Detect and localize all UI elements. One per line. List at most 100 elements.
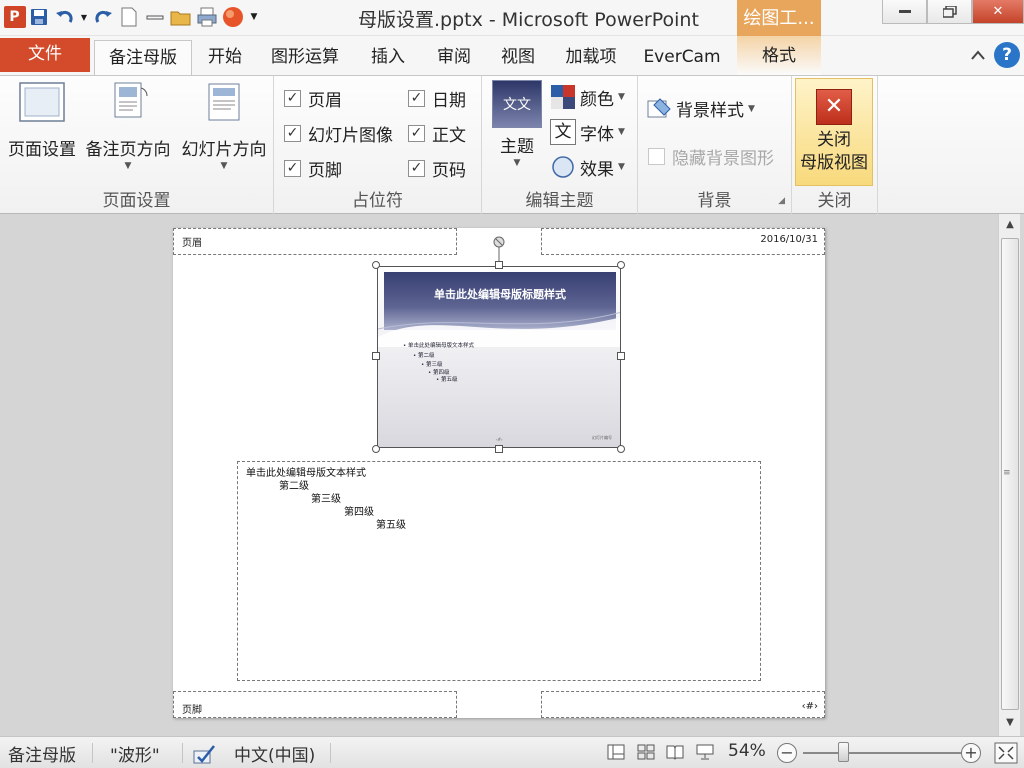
tab-evercam[interactable]: EverCam (634, 40, 730, 75)
checkbox-icon: ✓ (284, 160, 301, 177)
normal-view-icon[interactable] (607, 744, 625, 760)
slide-image-checkbox[interactable]: ✓ 幻灯片图像 (284, 121, 393, 146)
zoom-out-icon[interactable]: − (777, 743, 797, 763)
theme-name[interactable]: "波形" (110, 741, 160, 766)
effects-button[interactable]: 效果 ▼ (550, 154, 625, 180)
language-indicator[interactable]: 中文(中国) (234, 741, 315, 766)
tab-file[interactable]: 文件 (0, 38, 90, 72)
save-icon[interactable] (26, 3, 52, 31)
page-setup-icon (19, 82, 65, 122)
date-checkbox[interactable]: ✓ 日期 (408, 86, 466, 111)
zoom-level[interactable]: 54% (728, 741, 766, 761)
background-styles-button[interactable]: 背景样式 ▼ (646, 96, 755, 121)
undo-dropdown-icon[interactable]: ▼ (78, 3, 90, 31)
zoom-slider-track[interactable] (803, 752, 961, 754)
scroll-down-icon[interactable]: ▼ (1001, 714, 1019, 732)
resize-handle[interactable] (372, 445, 380, 453)
chevron-down-icon: ▼ (513, 158, 521, 168)
close-master-view-button[interactable]: ✕ 关闭 母版视图 (795, 78, 873, 186)
page-number-placeholder[interactable]: ‹#› (541, 691, 825, 718)
slide-orientation-button[interactable]: 幻灯片方向 ▼ (178, 80, 270, 172)
page-setup-button[interactable]: 页面设置 (4, 80, 80, 160)
page-number-checkbox[interactable]: ✓ 页码 (408, 156, 466, 181)
checkbox-icon: ✓ (408, 125, 425, 142)
tab-view[interactable]: 视图 (488, 40, 548, 75)
minimize-ribbon-icon[interactable] (970, 48, 986, 62)
ribbon: 页面设置 备注页方向 ▼ 幻灯片方向 ▼ 页面设置 ✓ 页眉 ✓ 日期 ✓ 幻灯片图像… (0, 75, 1024, 214)
resize-handle[interactable] (617, 445, 625, 453)
resize-handle[interactable] (617, 352, 625, 360)
open-folder-icon[interactable] (168, 3, 194, 31)
fit-to-window-icon[interactable] (994, 742, 1018, 764)
colors-button[interactable]: 颜色 ▼ (550, 84, 625, 110)
zoom-slider-thumb[interactable] (838, 742, 849, 762)
resize-handle[interactable] (617, 261, 625, 269)
resize-handle[interactable] (495, 261, 503, 269)
reading-view-icon[interactable] (666, 744, 684, 760)
notes-body-placeholder[interactable]: 单击此处编辑母版文本样式 第二级 第三级 第四级 第五级 (237, 461, 761, 681)
print-icon[interactable] (194, 3, 220, 31)
status-separator (330, 743, 331, 763)
body-checkbox[interactable]: ✓ 正文 (408, 121, 466, 146)
group-page-setup: 页面设置 备注页方向 ▼ 幻灯片方向 ▼ 页面设置 (0, 76, 274, 214)
notes-level-5: 第五级 (376, 520, 406, 531)
tab-format[interactable]: 格式 (737, 36, 821, 75)
theme-preview-icon: 文文 (492, 80, 542, 128)
tab-notes-master[interactable]: 备注母版 (94, 40, 192, 76)
tab-shape-operations[interactable]: 图形运算 (258, 40, 352, 75)
zoom-in-icon[interactable]: + (961, 743, 981, 763)
spelling-check-icon[interactable] (192, 743, 218, 765)
hide-background-graphics-checkbox[interactable]: 隐藏背景图形 (648, 144, 774, 169)
resize-handle[interactable] (372, 261, 380, 269)
contextual-tab-group: 绘图工... (737, 0, 821, 36)
header-placeholder[interactable]: 页眉 (173, 228, 457, 255)
window-controls: ✕ (882, 0, 1024, 24)
header-checkbox[interactable]: ✓ 页眉 (284, 86, 342, 111)
minus-icon[interactable] (142, 3, 168, 31)
scroll-up-icon[interactable]: ▲ (1001, 216, 1019, 234)
quick-access-toolbar: P ▼ ▼ (0, 0, 262, 34)
theme-fonts-icon: 文 (550, 119, 576, 145)
powerpoint-logo-icon[interactable]: P (0, 3, 26, 31)
date-placeholder[interactable]: 2016/10/31 (541, 228, 825, 255)
status-separator (92, 743, 93, 763)
notes-page-orientation-icon (114, 82, 148, 118)
chevron-down-icon: ▼ (124, 161, 132, 171)
tab-home[interactable]: 开始 (196, 40, 254, 75)
slide-level-1: • 单击此处编辑母版文本样式 (403, 343, 475, 349)
minimize-icon[interactable] (882, 0, 927, 24)
tab-review[interactable]: 审阅 (424, 40, 484, 75)
group-label: 关闭 (817, 191, 852, 211)
record-icon[interactable] (220, 3, 246, 31)
undo-icon[interactable] (52, 3, 78, 31)
title-bar: P ▼ ▼ 母版设置.pptx - Microsoft PowerPoint 绘… (0, 0, 1024, 36)
customize-dropdown-icon[interactable]: ▼ (246, 3, 262, 31)
tab-add-ins[interactable]: 加载项 (552, 40, 630, 75)
footer-checkbox[interactable]: ✓ 页脚 (284, 156, 342, 181)
tab-insert[interactable]: 插入 (358, 40, 418, 75)
window-title: 母版设置.pptx - Microsoft PowerPoint (358, 9, 699, 31)
close-icon[interactable]: ✕ (972, 0, 1024, 24)
resize-handle[interactable] (372, 352, 380, 360)
vertical-scrollbar[interactable]: ▲ ≡ ▼ (998, 214, 1020, 736)
chevron-down-icon: ▼ (748, 103, 755, 114)
restore-icon[interactable] (927, 0, 972, 24)
theme-button[interactable]: 文文 主题 ▼ (488, 80, 546, 169)
help-icon[interactable]: ? (994, 42, 1020, 68)
group-placeholders: ✓ 页眉 ✓ 日期 ✓ 幻灯片图像 ✓ 正文 ✓ 页脚 ✓ 页码 占位符 (274, 76, 482, 214)
redo-icon[interactable] (90, 3, 116, 31)
close-master-icon: ✕ (816, 89, 852, 125)
group-edit-theme: 文文 主题 ▼ 颜色 ▼ 文 字体 ▼ 效果 ▼ 编辑主题 (482, 76, 638, 214)
footer-placeholder[interactable]: 页脚 (173, 691, 457, 718)
new-document-icon[interactable] (116, 3, 142, 31)
chevron-down-icon: ▼ (618, 127, 625, 137)
notes-page: 页眉 2016/10/31 单击此处编辑母版标题样式 • 单击此处编辑母版文本样… (173, 228, 825, 718)
slideshow-icon[interactable] (696, 744, 714, 760)
slide-sorter-icon[interactable] (637, 744, 655, 760)
notes-orientation-button[interactable]: 备注页方向 ▼ (82, 80, 174, 172)
resize-handle[interactable] (495, 445, 503, 453)
fonts-button[interactable]: 文 字体 ▼ (550, 119, 625, 145)
theme-effects-icon (552, 156, 574, 178)
slide-image-placeholder[interactable]: 单击此处编辑母版标题样式 • 单击此处编辑母版文本样式 • 第二级 • 第三级 … (377, 266, 621, 448)
group-background: 背景样式 ▼ 隐藏背景图形 ◢ 背景 (638, 76, 792, 214)
